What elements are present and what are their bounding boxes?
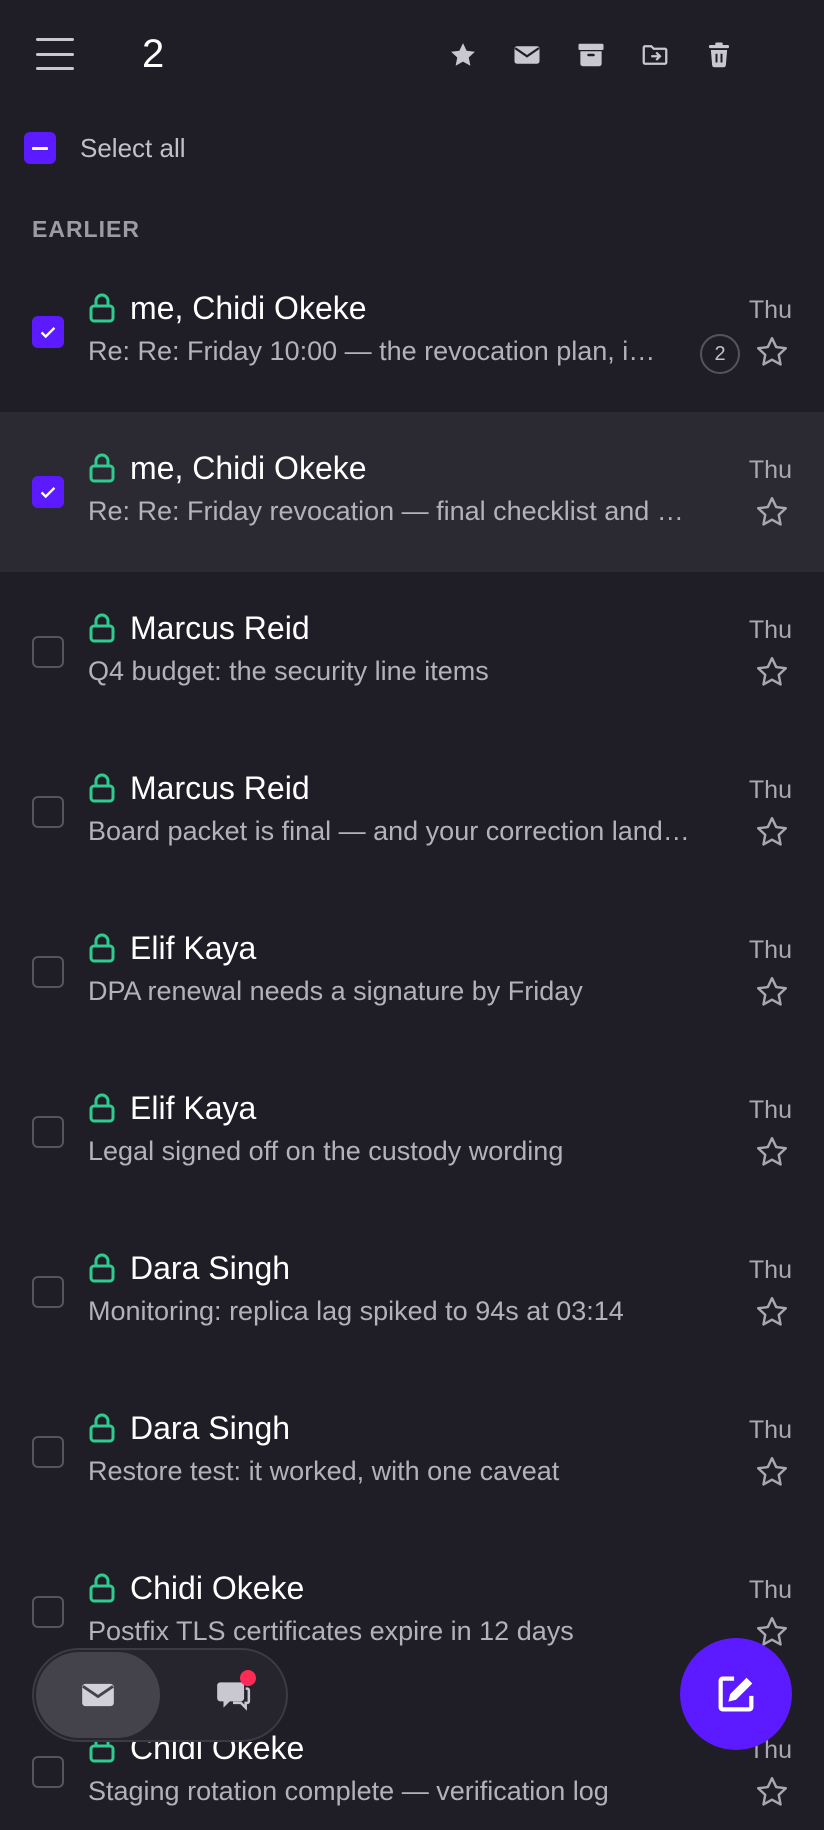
star-outline-icon[interactable] bbox=[754, 654, 790, 690]
sender-name: Marcus Reid bbox=[130, 610, 310, 646]
star-outline-icon[interactable] bbox=[754, 1134, 790, 1170]
nav-chat-tab[interactable] bbox=[188, 1652, 278, 1738]
row-checkbox[interactable] bbox=[32, 956, 64, 988]
sender-name: Dara Singh bbox=[130, 1410, 291, 1446]
star-icon[interactable] bbox=[444, 36, 482, 74]
star-outline-icon[interactable] bbox=[754, 814, 790, 850]
row-checkbox[interactable] bbox=[32, 316, 64, 348]
message-list: me, Chidi Okeke Re: Re: Friday 10:00 — t… bbox=[0, 252, 824, 1830]
compose-icon bbox=[718, 1676, 754, 1712]
top-bar: 2 bbox=[0, 0, 824, 112]
star-outline-icon[interactable] bbox=[754, 494, 790, 530]
thread-count-badge: 2 bbox=[700, 334, 740, 374]
lock-icon bbox=[89, 613, 115, 643]
mail-icon[interactable] bbox=[508, 36, 546, 74]
star-outline-icon[interactable] bbox=[754, 1454, 790, 1490]
archive-icon[interactable] bbox=[572, 36, 610, 74]
subject-line: Legal signed off on the custody wording bbox=[88, 1136, 564, 1166]
lock-icon bbox=[89, 293, 115, 323]
date-label: Thu bbox=[748, 1416, 792, 1444]
row-checkbox[interactable] bbox=[32, 636, 64, 668]
row-checkbox[interactable] bbox=[32, 1116, 64, 1148]
sender-name: Dara Singh bbox=[130, 1250, 291, 1286]
star-outline-icon[interactable] bbox=[754, 1774, 790, 1810]
lock-icon bbox=[89, 933, 115, 963]
sender-name: me, Chidi Okeke bbox=[130, 450, 367, 486]
date-label: Thu bbox=[748, 1256, 792, 1284]
message-row[interactable]: Marcus Reid Board packet is final — and … bbox=[0, 732, 824, 892]
subject-line: Monitoring: replica lag spiked to 94s at… bbox=[88, 1296, 624, 1326]
mail-icon bbox=[82, 1683, 114, 1707]
selected-count: 2 bbox=[142, 32, 165, 76]
subject-line: Restore test: it worked, with one caveat bbox=[88, 1456, 560, 1486]
subject-line: Board packet is final — and your correct… bbox=[88, 816, 690, 846]
message-row[interactable]: Dara Singh Restore test: it worked, with… bbox=[0, 1372, 824, 1532]
sender-name: Elif Kaya bbox=[130, 1090, 257, 1126]
sender-name: Marcus Reid bbox=[130, 770, 310, 806]
bottom-nav bbox=[32, 1648, 288, 1742]
subject-line: DPA renewal needs a signature by Friday bbox=[88, 976, 583, 1006]
message-row[interactable]: Marcus Reid Q4 budget: the security line… bbox=[0, 572, 824, 732]
lock-icon bbox=[89, 1573, 115, 1603]
lock-icon bbox=[89, 1093, 115, 1123]
message-row[interactable]: Elif Kaya DPA renewal needs a signature … bbox=[0, 892, 824, 1052]
message-row[interactable]: me, Chidi Okeke Re: Re: Friday revocatio… bbox=[0, 412, 824, 572]
date-label: Thu bbox=[748, 616, 792, 644]
date-label: Thu bbox=[748, 776, 792, 804]
nav-mail-tab[interactable] bbox=[36, 1652, 160, 1738]
compose-button[interactable] bbox=[680, 1638, 792, 1750]
date-label: Thu bbox=[748, 296, 792, 324]
select-all[interactable]: Select all bbox=[24, 130, 186, 166]
subject-line: Re: Re: Friday 10:00 — the revocation pl… bbox=[88, 336, 656, 366]
message-row[interactable]: me, Chidi Okeke Re: Re: Friday 10:00 — t… bbox=[0, 252, 824, 412]
star-outline-icon[interactable] bbox=[754, 1294, 790, 1330]
row-checkbox[interactable] bbox=[32, 476, 64, 508]
menu-icon[interactable] bbox=[36, 38, 74, 70]
lock-icon bbox=[89, 453, 115, 483]
lock-icon bbox=[89, 773, 115, 803]
lock-icon bbox=[89, 1253, 115, 1283]
date-label: Thu bbox=[748, 936, 792, 964]
row-checkbox[interactable] bbox=[32, 1596, 64, 1628]
subject-line: Re: Re: Friday revocation — final checkl… bbox=[88, 496, 684, 526]
star-outline-icon[interactable] bbox=[754, 974, 790, 1010]
lock-icon bbox=[89, 1413, 115, 1443]
sender-name: me, Chidi Okeke bbox=[130, 290, 367, 326]
date-label: Thu bbox=[748, 1096, 792, 1124]
subject-line: Staging rotation complete — verification… bbox=[88, 1776, 609, 1806]
message-row[interactable]: Elif Kaya Legal signed off on the custod… bbox=[0, 1052, 824, 1212]
row-checkbox[interactable] bbox=[32, 1756, 64, 1788]
date-label: Thu bbox=[748, 1576, 792, 1604]
subject-line: Q4 budget: the security line items bbox=[88, 656, 489, 686]
sender-name: Elif Kaya bbox=[130, 930, 257, 966]
row-checkbox[interactable] bbox=[32, 1436, 64, 1468]
move-to-folder-icon[interactable] bbox=[636, 36, 674, 74]
section-header: EARLIER bbox=[32, 216, 140, 242]
star-outline-icon[interactable] bbox=[754, 334, 790, 370]
message-row[interactable]: Dara Singh Monitoring: replica lag spike… bbox=[0, 1212, 824, 1372]
sender-name: Chidi Okeke bbox=[130, 1570, 305, 1606]
row-checkbox[interactable] bbox=[32, 796, 64, 828]
notification-dot bbox=[240, 1670, 256, 1686]
date-label: Thu bbox=[748, 456, 792, 484]
select-all-checkbox[interactable] bbox=[24, 132, 56, 164]
row-checkbox[interactable] bbox=[32, 1276, 64, 1308]
select-all-label: Select all bbox=[80, 132, 186, 163]
subject-line: Postfix TLS certificates expire in 12 da… bbox=[88, 1616, 574, 1646]
trash-icon[interactable] bbox=[700, 36, 738, 74]
